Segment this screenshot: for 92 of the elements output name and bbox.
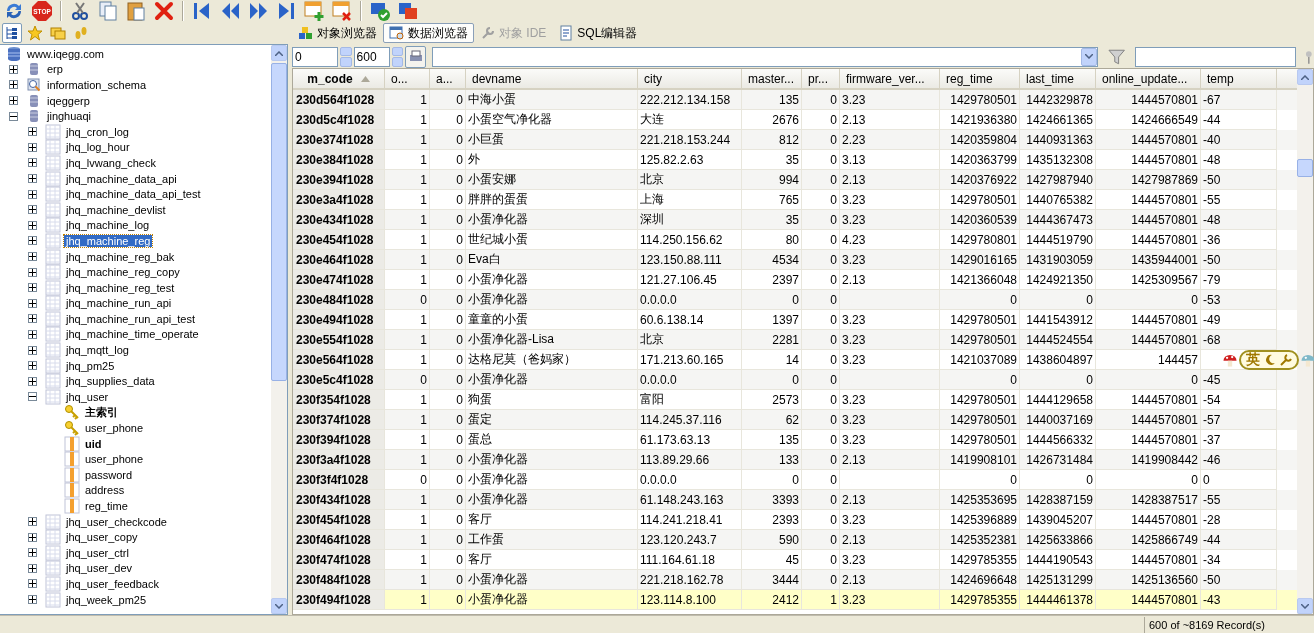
table-cell: 3.23 xyxy=(840,590,940,610)
row-header[interactable]: 230e474f1028 xyxy=(293,270,385,290)
table-cell: 2412 xyxy=(742,590,802,610)
tree-item[interactable]: jhq_lvwang_check xyxy=(64,156,158,169)
tree-item[interactable]: information_schema xyxy=(45,79,149,91)
row-header[interactable]: 230f3f4f1028 xyxy=(293,470,385,490)
row-header[interactable]: 230e484f1028 xyxy=(293,290,385,310)
table-cell: 1 xyxy=(385,590,430,610)
table-cell: 小蛋净化器 xyxy=(466,590,638,610)
row-header[interactable]: 230e554f1028 xyxy=(293,330,385,350)
table-cell: 1444570801 xyxy=(1096,590,1201,610)
column-header[interactable]: m_code xyxy=(293,69,385,88)
table-cell: 1429785355 xyxy=(940,590,1020,610)
row-header[interactable]: 230e5c4f1028 xyxy=(293,370,385,390)
tree-item[interactable]: address xyxy=(83,484,127,497)
tree-item[interactable]: jhq_user_checkcode xyxy=(64,515,169,528)
table-cell: 123.114.8.100 xyxy=(638,590,742,610)
row-header[interactable]: 230f374f1028 xyxy=(293,410,385,430)
tree-item[interactable]: jinghuaqi xyxy=(45,110,94,123)
row-header[interactable]: 230f3a4f1028 xyxy=(293,450,385,470)
tree-item[interactable]: jhq_machine_time_operate xyxy=(64,328,201,341)
tree-item[interactable]: jhq_user_copy xyxy=(64,531,140,544)
table-cell: 0 xyxy=(430,590,466,610)
tree-item[interactable]: jhq_machine_log xyxy=(64,219,152,232)
tab[interactable]: SQL编辑器 xyxy=(552,23,644,43)
column-header[interactable]: pr... xyxy=(802,69,840,88)
row-header[interactable]: 230f464f1028 xyxy=(293,530,385,550)
column-header[interactable]: city xyxy=(638,69,742,88)
row-header[interactable]: 230f484f1028 xyxy=(293,570,385,590)
tree-item[interactable]: 主索引 xyxy=(83,404,120,420)
tree-item[interactable]: jhq_machine_reg_copy xyxy=(64,266,182,279)
row-header[interactable]: 230f494f1028 xyxy=(293,590,385,610)
ime-toolbar[interactable]: 英 xyxy=(1239,350,1299,370)
row-header[interactable]: 230f434f1028 xyxy=(293,490,385,510)
tree-item[interactable]: reg_time xyxy=(83,500,130,512)
tree-item[interactable]: erp xyxy=(45,63,65,76)
row-header[interactable]: 230e3a4f1028 xyxy=(293,190,385,210)
table-cell: 1444461378 xyxy=(1020,590,1096,610)
column-header[interactable]: temp xyxy=(1201,69,1277,88)
tree-item[interactable]: jhq_machine_devlist xyxy=(64,203,168,216)
tree-item[interactable]: iqeggerp xyxy=(45,94,92,107)
row-header[interactable]: 230e374f1028 xyxy=(293,130,385,150)
row-header[interactable]: 230e464f1028 xyxy=(293,250,385,270)
column-header[interactable]: o... xyxy=(385,69,430,88)
tree-item[interactable]: jhq_user xyxy=(64,390,111,403)
table-cell: -43 xyxy=(1201,590,1277,610)
tree-item[interactable]: jhq_log_hour xyxy=(64,141,132,154)
row-header[interactable]: 230e394f1028 xyxy=(293,170,385,190)
tree-item[interactable]: jhq_machine_run_api_test xyxy=(64,312,198,325)
column-header[interactable]: firmware_ver... xyxy=(840,69,940,88)
column-header[interactable]: online_update... xyxy=(1096,69,1201,88)
tree-item[interactable]: jhq_machine_reg_test xyxy=(64,281,177,294)
row-header[interactable]: 230d5c4f1028 xyxy=(293,110,385,130)
tree-item[interactable]: jhq_cron_log xyxy=(64,125,131,138)
tree-item[interactable]: password xyxy=(83,468,135,481)
column-header[interactable]: master... xyxy=(742,69,802,88)
tree-item[interactable]: jhq_pm25 xyxy=(64,359,117,372)
row-header[interactable]: 230e384f1028 xyxy=(293,150,385,170)
row-header[interactable]: 230f394f1028 xyxy=(293,430,385,450)
tree-item[interactable]: jhq_machine_reg xyxy=(64,234,153,247)
tree-item[interactable]: jhq_user_feedback xyxy=(64,578,161,590)
row-header[interactable]: 230d564f1028 xyxy=(293,90,385,110)
row-header[interactable]: 230e454f1028 xyxy=(293,230,385,250)
limit-field[interactable]: 600 xyxy=(353,46,390,67)
tree-item[interactable]: jhq_user_ctrl xyxy=(64,546,131,559)
tree-item[interactable]: jhq_machine_data_api xyxy=(64,172,179,185)
column-header[interactable]: last_time xyxy=(1020,69,1096,88)
tab[interactable]: 对象浏览器 xyxy=(292,23,383,43)
tree-item[interactable]: jhq_mqtt_log xyxy=(64,344,131,357)
tab[interactable]: 数据浏览器 xyxy=(383,23,474,43)
tree-item[interactable]: user_phone xyxy=(83,453,146,466)
row-header[interactable]: 230f454f1028 xyxy=(293,510,385,530)
column-header[interactable]: devname xyxy=(466,69,638,88)
tree-item[interactable]: jhq_week_pm25 xyxy=(64,593,149,606)
row-header[interactable]: 230e434f1028 xyxy=(293,210,385,230)
row-header[interactable]: 230f474f1028 xyxy=(293,550,385,570)
row-header[interactable]: 230e494f1028 xyxy=(293,310,385,330)
record-count: 600 of ~8169 Record(s) xyxy=(1144,616,1314,633)
table-cell: 1 xyxy=(802,590,840,610)
column-header[interactable]: reg_time xyxy=(940,69,1020,88)
tree-item[interactable]: uid xyxy=(83,437,104,450)
row-header[interactable]: 230e564f1028 xyxy=(293,350,385,370)
column-header[interactable]: a... xyxy=(430,69,466,88)
tree-item[interactable]: jhq_machine_reg_bak xyxy=(64,250,177,263)
tree-item[interactable]: www.iqegg.com xyxy=(25,47,107,60)
offset-field[interactable]: 0 xyxy=(292,46,338,67)
tree-item[interactable]: jhq_machine_run_api xyxy=(64,297,174,310)
tree-item[interactable]: jhq_user_dev xyxy=(64,562,135,575)
tree-item[interactable]: jhq_machine_data_api_test xyxy=(64,188,203,201)
tree-item[interactable]: jhq_supplies_data xyxy=(64,375,157,388)
row-header[interactable]: 230f354f1028 xyxy=(293,390,385,410)
tree-item[interactable]: user_phone xyxy=(83,422,146,435)
